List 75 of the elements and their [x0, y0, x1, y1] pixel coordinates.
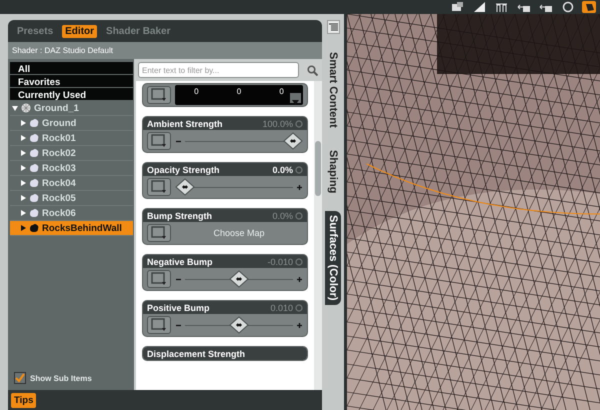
- collapsed-arrow-icon[interactable]: [20, 120, 26, 126]
- tree-item[interactable]: Rock02: [10, 146, 133, 161]
- tree-item[interactable]: Rock01: [10, 131, 133, 146]
- property-value: -0.010: [267, 256, 293, 266]
- shader-label: Shader : DAZ Studio Default: [8, 42, 322, 59]
- minus-icon: [176, 277, 181, 282]
- side-tab[interactable]: Surfaces (Color): [325, 211, 341, 305]
- checkmark-icon: [15, 373, 25, 383]
- property-value: 0.0%: [272, 164, 293, 174]
- filter-item[interactable]: All: [10, 62, 133, 74]
- plus-icon: [297, 185, 302, 190]
- image-map-icon: [151, 180, 167, 194]
- map-button[interactable]: [147, 224, 171, 242]
- slider-track[interactable]: [175, 270, 303, 288]
- slider-track[interactable]: [175, 178, 303, 196]
- circle-icon: [560, 1, 574, 13]
- collapsed-arrow-icon[interactable]: [20, 195, 26, 201]
- collapsed-arrow-icon[interactable]: [20, 165, 26, 171]
- property-value: 0.0%: [272, 210, 293, 220]
- collapsed-arrow-icon[interactable]: [20, 135, 26, 141]
- minus-icon: [176, 139, 181, 144]
- property-name: Bump Strength: [147, 210, 212, 220]
- plus-icon: [297, 277, 302, 282]
- map-button[interactable]: [147, 270, 171, 288]
- property-name: Displacement Strength: [147, 348, 246, 358]
- slider-thumb[interactable]: [175, 178, 195, 196]
- slider-thumb[interactable]: [229, 270, 249, 288]
- plus-icon: [297, 323, 302, 328]
- panel-tab[interactable]: Shader Baker: [103, 24, 174, 38]
- filter-item[interactable]: Currently Used: [10, 88, 133, 100]
- collapsed-arrow-icon[interactable]: [20, 180, 26, 186]
- expanded-arrow-icon[interactable]: [12, 105, 18, 111]
- property-name: Ambient Strength: [147, 118, 222, 128]
- property-value: 100.0%: [262, 118, 293, 128]
- collapsed-arrow-icon[interactable]: [20, 150, 26, 156]
- slider-thumb[interactable]: [229, 316, 249, 334]
- filter-item[interactable]: Favorites: [10, 75, 133, 87]
- tree-item[interactable]: Rock03: [10, 161, 133, 176]
- choose-map-label[interactable]: Choose Map: [175, 228, 303, 238]
- tree-item[interactable]: Ground_1: [10, 101, 133, 116]
- checkbox[interactable]: [14, 372, 26, 384]
- tree-item[interactable]: Ground: [10, 116, 133, 131]
- toolbar-button[interactable]: [472, 1, 486, 13]
- map-button[interactable]: [147, 316, 171, 334]
- property-name: Positive Bump: [147, 302, 210, 312]
- checkbox-label: Show Sub Items: [30, 374, 92, 382]
- scrollbar[interactable]: [314, 81, 322, 390]
- collapsed-arrow-icon[interactable]: [20, 210, 26, 216]
- map-button[interactable]: [147, 132, 171, 150]
- side-tab[interactable]: Smart Content: [325, 48, 341, 132]
- side-tab[interactable]: Shaping: [325, 146, 341, 198]
- image-map-icon: [151, 134, 167, 148]
- panel-tab[interactable]: Presets: [14, 24, 56, 38]
- image-map-icon: [151, 272, 167, 286]
- image-map-icon: [151, 226, 167, 240]
- tree-item[interactable]: RocksBehindWall: [10, 221, 133, 236]
- panel-tab[interactable]: Editor: [62, 24, 98, 38]
- slider-track[interactable]: [175, 132, 303, 150]
- toolbar-button[interactable]: [560, 1, 574, 13]
- tree-item[interactable]: Rock04: [10, 176, 133, 191]
- filter-field[interactable]: Enter text to filter by...: [138, 62, 299, 78]
- collapsed-arrow-icon[interactable]: [20, 225, 26, 231]
- property-value: 0.010: [270, 302, 293, 312]
- tree-item[interactable]: Rock05: [10, 191, 133, 206]
- property-name: Negative Bump: [147, 256, 213, 266]
- property-name: Opacity Strength: [147, 164, 220, 174]
- menu-button[interactable]: [326, 20, 340, 34]
- search-icon[interactable]: [307, 64, 318, 76]
- tips-button[interactable]: Tips: [11, 392, 36, 408]
- sphere-icon: [21, 103, 31, 113]
- menu-icon: [328, 23, 338, 31]
- slider-thumb[interactable]: [283, 132, 303, 150]
- image-map-icon: [151, 318, 167, 332]
- slider-track[interactable]: [175, 316, 303, 334]
- minus-icon: [176, 323, 181, 328]
